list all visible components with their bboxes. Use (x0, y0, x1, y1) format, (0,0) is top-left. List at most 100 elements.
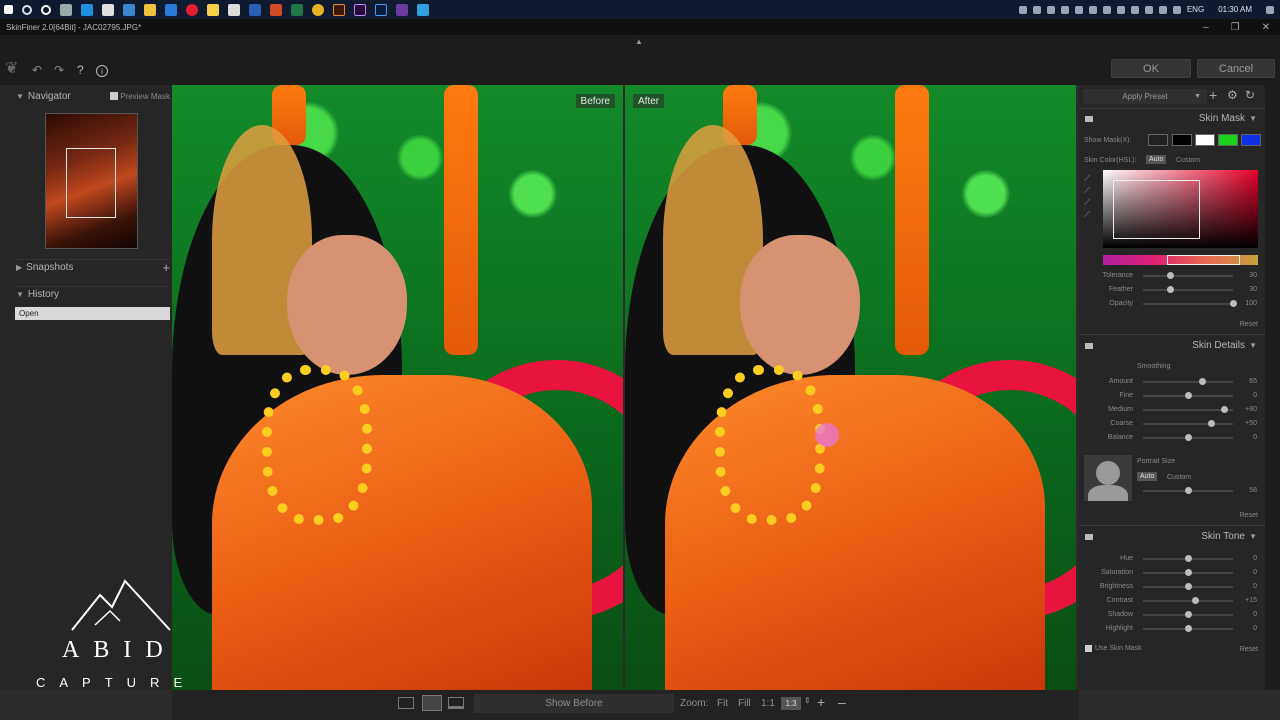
file-explorer-icon[interactable] (144, 3, 156, 16)
edge-icon[interactable] (81, 3, 93, 16)
mail-icon[interactable] (165, 3, 177, 16)
slider-knob[interactable] (1185, 555, 1192, 562)
history-header[interactable]: ▼ History (16, 286, 170, 302)
premiere-icon[interactable] (354, 3, 366, 16)
split-view-icon[interactable] (422, 695, 442, 711)
slider-row[interactable]: Shadow 0 (1083, 609, 1263, 621)
slider-track[interactable] (1143, 600, 1233, 602)
before-image[interactable]: Before (172, 85, 623, 690)
help-icon[interactable]: ? (77, 63, 84, 77)
navigator-label: Navigator (27, 90, 71, 102)
zoom-stepper-icon[interactable]: ⇕ (804, 696, 811, 705)
collapse-triangle-icon[interactable]: ▼ (16, 92, 24, 101)
single-view-icon[interactable] (398, 697, 414, 709)
tray-icon[interactable] (1032, 5, 1041, 14)
slider-value: 0 (1253, 611, 1257, 618)
excel-icon[interactable] (291, 3, 303, 16)
cortana-icon[interactable] (41, 4, 51, 15)
navigator-header[interactable]: ▼ Navigator Preview Mask (16, 88, 170, 104)
info-icon[interactable]: i (96, 65, 108, 77)
slider-knob[interactable] (1185, 569, 1192, 576)
photo-necklace (262, 365, 372, 525)
redo-icon[interactable]: ↷ (54, 63, 64, 77)
tray-icon[interactable] (1018, 5, 1027, 14)
task-view-icon[interactable] (60, 3, 72, 16)
photo-face (287, 235, 407, 375)
undo-icon[interactable]: ↶ (32, 63, 42, 77)
slider-value: +15 (1245, 597, 1257, 604)
tray-icon[interactable] (1060, 5, 1069, 14)
slider-row[interactable]: Highlight 0 (1083, 623, 1263, 635)
checkbox-icon[interactable] (110, 92, 119, 100)
skinfiner-taskbar-icon[interactable] (417, 3, 429, 16)
photo-marigold-garland (895, 85, 929, 355)
slider-label: Contrast (1106, 597, 1133, 604)
before-tag: Before (575, 94, 615, 108)
tray-icon[interactable] (1074, 5, 1083, 14)
slider-row[interactable]: Hue 0 (1083, 553, 1263, 565)
photoshop-icon[interactable] (375, 3, 387, 16)
chrome-icon[interactable] (312, 3, 324, 16)
collapse-triangle-icon[interactable]: ▼ (16, 290, 24, 299)
collapse-triangle-icon[interactable]: ▶ (16, 263, 22, 272)
store-icon[interactable] (123, 3, 135, 16)
window-title: SkinFiner 2.0[64Bit] - JAC02795.JPG* (6, 22, 142, 32)
zoom-out-icon[interactable]: – (838, 694, 846, 710)
pen-icon[interactable] (228, 3, 240, 16)
app-icon[interactable] (102, 3, 114, 16)
start-icon[interactable] (4, 5, 13, 14)
slider-label: Saturation (1101, 569, 1133, 576)
zoom-1to1-button[interactable]: 1:1 (761, 698, 775, 709)
search-icon[interactable] (22, 4, 32, 15)
slider-value: 0 (1253, 569, 1257, 576)
cursor-hand-icon (815, 423, 839, 447)
navigator-viewport-frame[interactable] (66, 148, 116, 218)
powerpoint-icon[interactable] (270, 3, 282, 16)
history-label: History (27, 289, 60, 300)
slider-row[interactable]: Saturation 0 (1083, 567, 1263, 579)
notifications-icon[interactable] (1266, 5, 1274, 14)
preview-mask-checkbox[interactable]: Preview Mask (110, 92, 170, 101)
show-before-button[interactable]: Show Before (474, 694, 674, 713)
slider-knob[interactable] (1185, 611, 1192, 618)
add-snapshot-icon[interactable]: + (162, 260, 170, 275)
scrollbar[interactable] (1265, 85, 1280, 690)
watermark-sub: CAPTURE (36, 675, 197, 690)
zoom-in-icon[interactable]: + (817, 694, 825, 710)
slider-label: Hue (1120, 555, 1133, 562)
zoom-fill-button[interactable]: Fill (738, 698, 751, 709)
skin-tone-reset-button[interactable]: Reset (1240, 646, 1258, 653)
photo-necklace (715, 365, 825, 525)
stacked-view-icon[interactable] (448, 697, 464, 709)
zoom-fit-button[interactable]: Fit (717, 698, 728, 709)
tray-icon[interactable] (1046, 5, 1055, 14)
navigator-thumbnail[interactable] (45, 113, 138, 249)
photos-icon[interactable] (396, 3, 408, 16)
zoom-value-field[interactable]: 1:3 (781, 697, 801, 710)
slider-knob[interactable] (1185, 583, 1192, 590)
slider-value: 0 (1253, 625, 1257, 632)
opera-icon[interactable] (186, 3, 198, 16)
preview-mask-label: Preview Mask (120, 91, 170, 101)
collapse-arrow-icon[interactable]: ▲ (635, 37, 643, 46)
snapshots-label: Snapshots (26, 262, 74, 273)
use-skin-mask-checkbox[interactable]: Use Skin Mask (1085, 645, 1142, 652)
slider-value: 0 (1253, 583, 1257, 590)
slider-row[interactable]: Brightness 0 (1083, 581, 1263, 593)
slider-knob[interactable] (1192, 597, 1200, 604)
slider-knob[interactable] (1185, 625, 1192, 632)
snapshots-header[interactable]: ▶ Snapshots + (16, 259, 170, 275)
illustrator-icon[interactable] (333, 3, 345, 16)
slider-row[interactable]: Contrast +15 (1083, 595, 1263, 607)
slider-label: Brightness (1099, 583, 1133, 590)
feather-logo-icon: ❦ (5, 60, 19, 77)
checkbox-icon[interactable] (1085, 645, 1092, 652)
sticky-notes-icon[interactable] (207, 3, 219, 16)
watermark-logo: ABID CAPTURE (0, 575, 215, 695)
after-image[interactable]: After (625, 85, 1076, 690)
photo-face (740, 235, 860, 375)
slider-label: Highlight (1105, 625, 1133, 632)
history-item[interactable]: Open (15, 307, 170, 320)
slider-value: 0 (1253, 555, 1257, 562)
word-icon[interactable] (249, 3, 261, 16)
